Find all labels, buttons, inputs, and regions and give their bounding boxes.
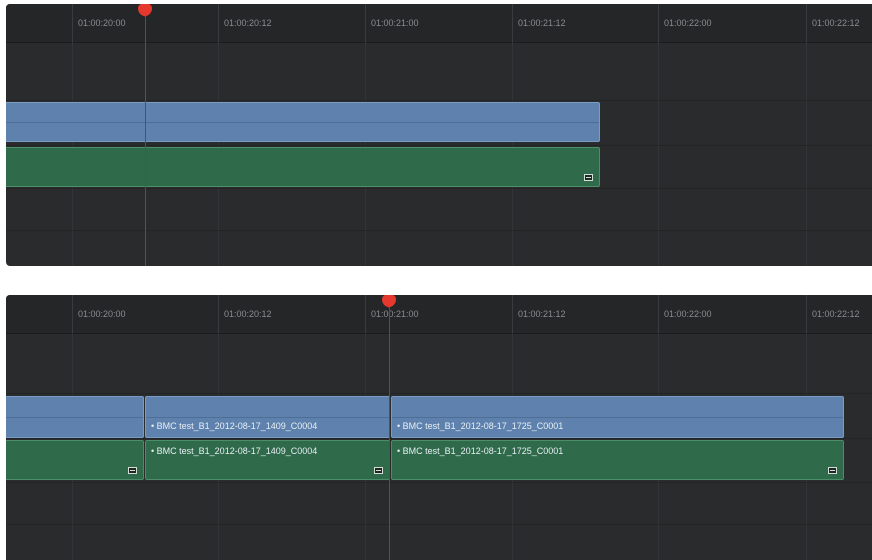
track-divider [6,524,872,525]
timecode-label: 01:00:21:00 [371,18,419,28]
audio-clip-icon [828,467,837,474]
clip-divider [392,417,843,418]
audio-clip-icon [374,467,383,474]
track-divider [6,100,872,101]
ruler-tick [218,295,219,333]
ruler-tick [806,295,807,333]
timecode-label: 01:00:21:12 [518,309,566,319]
ruler-tick [512,295,513,333]
audio-clip[interactable]: • BMC test_B1_2012-08-17_1725_C0001 [391,440,844,480]
track-divider [6,145,872,146]
timecode-label: 01:00:22:12 [812,309,860,319]
timecode-label: 01:00:20:00 [78,18,126,28]
ruler-tick [365,295,366,333]
video-clip[interactable]: • BMC test_B1_2012-08-17_1725_C0001 [391,396,844,438]
timecode-label: 01:00:22:00 [664,18,712,28]
timecode-label: 01:00:20:12 [224,309,272,319]
audio-clip-icon [128,467,137,474]
clip-name: • BMC test_B1_2012-08-17_1725_C0001 [397,446,564,456]
playhead[interactable] [138,4,152,266]
ruler-tick [72,295,73,333]
ruler-tick [72,4,73,42]
track-divider [6,393,872,394]
grid-line [658,42,659,266]
track-divider [6,188,872,189]
timecode-ruler[interactable]: 01:00:20:00 01:00:20:12 01:00:21:00 01:0… [6,4,872,43]
timecode-ruler[interactable]: 01:00:20:00 01:00:20:12 01:00:21:00 01:0… [6,295,872,334]
video-clip[interactable]: • BMC test_B1_2012-08-17_1409_C0004 [145,396,390,438]
video-clip[interactable] [6,102,600,142]
clip-divider [6,122,599,123]
playhead[interactable] [382,295,396,560]
video-clip[interactable] [6,396,144,438]
track-divider [6,438,872,439]
track-divider [6,230,872,231]
timecode-label: 01:00:21:00 [371,309,419,319]
timecode-label: 01:00:20:12 [224,18,272,28]
audio-clip-icon [584,174,593,181]
clip-name: • BMC test_B1_2012-08-17_1409_C0004 [151,446,318,456]
timecode-label: 01:00:22:00 [664,309,712,319]
grid-line [806,42,807,266]
timecode-label: 01:00:22:12 [812,18,860,28]
audio-clip[interactable]: • BMC test_B1_2012-08-17_1409_C0004 [145,440,390,480]
ruler-tick [658,4,659,42]
timeline-panel-before[interactable]: 01:00:20:00 01:00:20:12 01:00:21:00 01:0… [6,4,872,266]
ruler-tick [658,295,659,333]
clip-divider [6,417,143,418]
ruler-tick [365,4,366,42]
clip-name: • BMC test_B1_2012-08-17_1725_C0001 [397,421,564,431]
ruler-tick [806,4,807,42]
audio-clip[interactable] [6,440,144,480]
ruler-tick [218,4,219,42]
audio-clip[interactable] [6,147,600,187]
clip-name: • BMC test_B1_2012-08-17_1409_C0004 [151,421,318,431]
timecode-label: 01:00:21:12 [518,18,566,28]
track-divider [6,482,872,483]
ruler-tick [512,4,513,42]
timecode-label: 01:00:20:00 [78,309,126,319]
clip-divider [146,417,389,418]
timeline-panel-after[interactable]: 01:00:20:00 01:00:20:12 01:00:21:00 01:0… [6,295,872,560]
